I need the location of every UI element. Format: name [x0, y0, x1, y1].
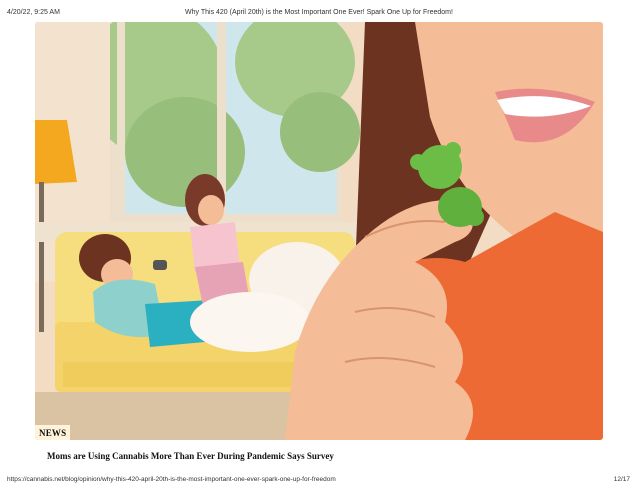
hero-illustration — [35, 22, 603, 440]
article-headline-link[interactable]: Moms are Using Cannabis More Than Ever D… — [47, 451, 334, 461]
page-number: 12/17 — [613, 476, 630, 483]
news-badge[interactable]: NEWS — [35, 425, 71, 440]
page-header-title: Why This 420 (April 20th) is the Most Im… — [185, 9, 453, 16]
article-hero-image[interactable]: NEWS — [35, 22, 603, 440]
page-footer-url: https://cannabis.net/blog/opinion/why-th… — [7, 476, 336, 483]
